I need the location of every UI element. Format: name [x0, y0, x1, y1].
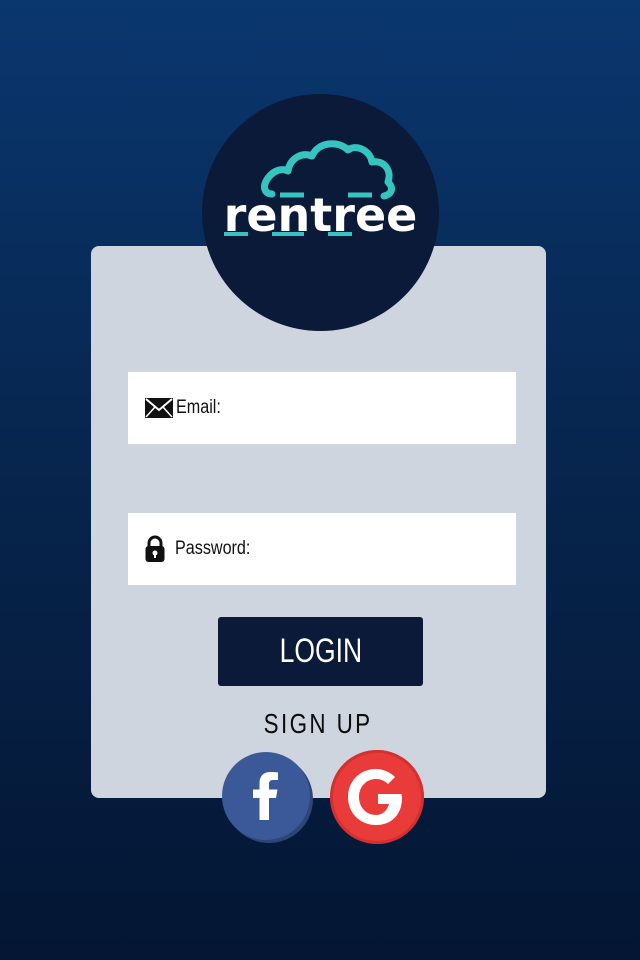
email-field[interactable]: Email:	[128, 372, 516, 444]
password-field[interactable]: Password:	[128, 513, 516, 585]
facebook-icon	[253, 772, 278, 820]
lock-icon	[145, 535, 165, 563]
sign-up-link[interactable]: SIGN UP	[91, 708, 546, 740]
facebook-login-button[interactable]	[222, 752, 310, 840]
login-button[interactable]: LOGIN	[218, 617, 423, 686]
email-label: Email:	[176, 397, 221, 418]
envelope-icon	[145, 398, 173, 418]
sign-up-label: SIGN UP	[264, 708, 373, 739]
google-icon	[348, 769, 402, 825]
brand-name: rentree	[223, 188, 418, 242]
logo: rentree	[202, 94, 439, 331]
password-label: Password:	[175, 538, 251, 559]
google-login-button[interactable]	[330, 750, 424, 844]
login-button-label: LOGIN	[279, 632, 362, 670]
